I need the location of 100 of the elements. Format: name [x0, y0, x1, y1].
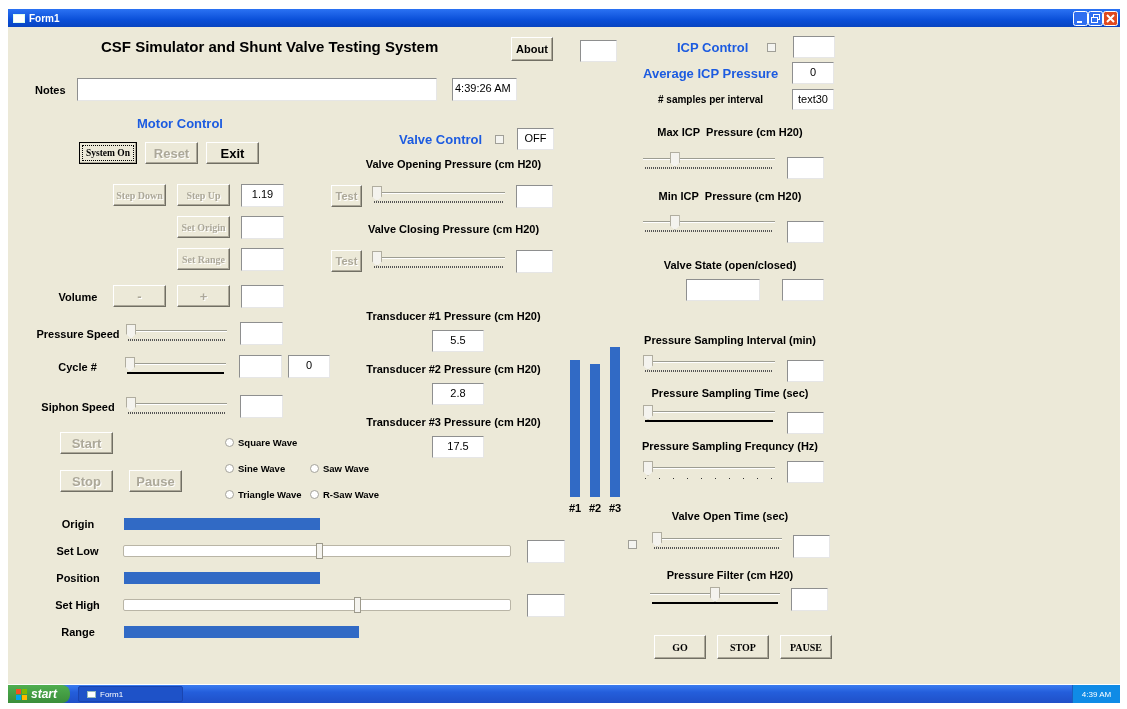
button[interactable]: PAUSE	[780, 635, 832, 659]
volume-label: Volume	[57, 290, 99, 303]
text-field[interactable]	[527, 593, 565, 617]
slider-thumb[interactable]	[315, 543, 323, 559]
reading-field[interactable]: 17.5	[432, 436, 484, 458]
text-field[interactable]	[516, 249, 553, 273]
close-button[interactable]	[1103, 10, 1118, 26]
text-field[interactable]	[793, 36, 835, 58]
slider[interactable]	[126, 323, 227, 344]
taskbar-button[interactable]: Form1	[78, 686, 183, 702]
slider[interactable]	[372, 186, 505, 206]
slider[interactable]	[643, 461, 775, 481]
slider[interactable]	[643, 405, 775, 425]
position-label: Range	[60, 626, 96, 638]
reading-field[interactable]: 2.8	[432, 383, 484, 405]
slider-thumb[interactable]	[669, 215, 680, 230]
button[interactable]: GO	[654, 635, 706, 659]
slider-thumb[interactable]	[643, 355, 653, 370]
text-field[interactable]	[787, 157, 824, 179]
slider-thumb[interactable]	[125, 356, 135, 372]
bar-label: #3	[608, 502, 622, 514]
maximize-button[interactable]	[1088, 10, 1103, 26]
notes-field[interactable]	[77, 78, 437, 101]
radio-button[interactable]: Square Wave	[225, 436, 310, 449]
slider[interactable]	[125, 356, 226, 377]
slider[interactable]	[643, 355, 775, 375]
slider-thumb[interactable]	[126, 396, 136, 412]
text-field[interactable]	[787, 461, 824, 483]
text-field[interactable]	[791, 588, 828, 611]
slider-label: Max ICP Pressure (cm H20)	[657, 126, 803, 138]
about-button[interactable]: About	[511, 37, 553, 61]
section-title: Average ICP Pressure	[643, 65, 780, 81]
slider[interactable]	[126, 396, 227, 417]
slider-label: Cycle #	[57, 360, 98, 373]
text-field[interactable]	[787, 360, 824, 382]
app-title: CSF Simulator and Shunt Valve Testing System	[101, 37, 440, 57]
text-field[interactable]	[241, 248, 284, 271]
checkbox[interactable]	[767, 42, 776, 52]
slider-thumb[interactable]	[372, 251, 382, 266]
slider-label: Pressure Sampling Frequncy (Hz)	[641, 440, 818, 452]
text-field[interactable]	[241, 285, 284, 308]
status-field[interactable]: OFF	[517, 128, 554, 150]
position-label: Origin	[60, 518, 96, 530]
time-field[interactable]: 4:39:26 AM	[452, 78, 517, 101]
count-field[interactable]: 0	[288, 355, 330, 378]
text-field[interactable]	[787, 221, 824, 243]
text-field[interactable]	[239, 355, 282, 378]
text-field[interactable]	[240, 395, 283, 418]
average-field[interactable]: 0	[792, 62, 834, 84]
reading-field[interactable]: 5.5	[432, 330, 484, 352]
slider[interactable]	[650, 587, 780, 607]
text-field[interactable]	[580, 40, 617, 62]
slider[interactable]	[643, 215, 775, 235]
slider-thumb[interactable]	[669, 152, 680, 167]
button[interactable]: Exit	[206, 142, 259, 164]
bar-label: #2	[588, 502, 602, 514]
text-field[interactable]: 1.19	[241, 184, 284, 207]
text-field[interactable]	[793, 535, 830, 558]
slider-label: Valve Opening Pressure (cm H20)	[365, 158, 542, 170]
slider-label: Siphon Speed	[40, 400, 116, 413]
radio-button[interactable]: Triangle Wave	[225, 488, 310, 501]
text-field[interactable]	[240, 322, 283, 345]
transducer-label: Transducer #2 Pressure (cm H20)	[366, 363, 541, 375]
radio-button[interactable]: R-Saw Wave	[310, 488, 395, 501]
text-field[interactable]	[527, 539, 565, 563]
button[interactable]: System On	[79, 142, 137, 164]
notes-label: Notes	[35, 83, 67, 96]
slider-thumb[interactable]	[710, 587, 720, 602]
slider[interactable]	[372, 251, 505, 271]
window-icon	[13, 13, 25, 23]
slider[interactable]	[123, 545, 511, 557]
slider-label: Pressure Speed	[35, 327, 121, 340]
slider-label: Min ICP Pressure (cm H20)	[658, 190, 802, 202]
text-field[interactable]	[686, 279, 760, 301]
slider-label: Pressure Sampling Interval (min)	[644, 334, 816, 346]
minimize-button[interactable]	[1073, 10, 1088, 26]
radio-button[interactable]: Sine Wave	[225, 462, 310, 475]
slider[interactable]	[123, 599, 511, 611]
window-icon	[87, 690, 96, 698]
checkbox[interactable]	[628, 540, 637, 549]
section-title: ICP Control	[677, 39, 750, 55]
text-field[interactable]	[787, 412, 824, 434]
slider[interactable]	[643, 152, 775, 172]
checkbox[interactable]	[495, 134, 504, 144]
section-title: Valve Control	[399, 131, 484, 147]
slider-thumb[interactable]	[652, 532, 662, 547]
button[interactable]: STOP	[717, 635, 769, 659]
slider-thumb[interactable]	[126, 323, 136, 339]
slider[interactable]	[652, 532, 782, 552]
text-field[interactable]	[782, 279, 824, 301]
samples-field[interactable]: text30	[792, 89, 834, 110]
text-field[interactable]	[241, 216, 284, 239]
radio-button[interactable]: Saw Wave	[310, 462, 395, 475]
slider-thumb[interactable]	[354, 597, 362, 613]
slider-thumb[interactable]	[372, 186, 382, 201]
slider-thumb[interactable]	[643, 461, 653, 476]
window-title: Form1	[29, 12, 60, 24]
text-field[interactable]	[516, 184, 553, 208]
slider-thumb[interactable]	[643, 405, 653, 420]
valve-state-label: Valve State (open/closed)	[663, 259, 797, 271]
